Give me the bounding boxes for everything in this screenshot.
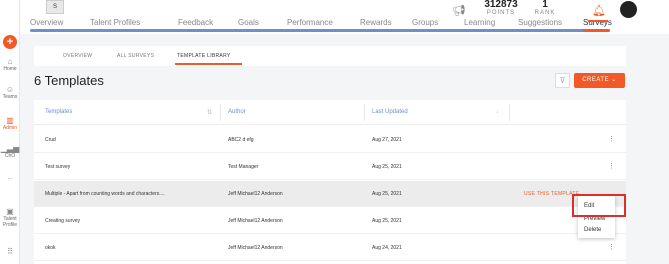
column-divider [364,104,365,121]
points-counter: 312873 POINTS [482,0,520,16]
more-options-icon[interactable]: ⋮ [608,162,615,170]
tab-suggestions[interactable]: Suggestions [518,18,562,27]
more-options-icon[interactable]: ⋮ [608,135,615,143]
sidebar-item-talent-profile[interactable]: ▣ Talent Profile [0,207,20,228]
subtab-active-indicator [175,63,242,65]
avatar[interactable] [620,1,637,18]
more-options-icon[interactable]: ⋮ [608,243,615,251]
add-icon[interactable]: + [3,35,17,49]
points-label: POINTS [486,10,516,16]
table-row[interactable]: Test survey Test Manager Aug 25, 2021 ⋮ [34,154,626,180]
template-name: Test survey [45,164,71,170]
chart-icon: ▁▃▅ [0,144,20,153]
highlight-box [572,194,626,217]
templates-table: Templates ⇅ Author Last Updated ↓ Crud A… [34,100,626,264]
teams-icon: ☺ [5,85,15,94]
profile-card-icon: ▣ [6,207,14,216]
template-author: Jeff Michael12 Anderson [228,245,283,251]
tab-learning[interactable]: Learning [464,18,495,27]
sidebar-item-more[interactable]: ... [0,175,20,181]
create-button[interactable]: CREATE ⌄ [574,73,625,88]
subtab-all-surveys[interactable]: ALL SURVEYS [117,53,154,59]
table-row[interactable]: Creating survey Jeff Michael12 Anderson … [34,208,626,234]
tab-talent-profiles[interactable]: Talent Profiles [90,18,140,27]
menu-item-delete[interactable]: Delete [584,227,601,233]
template-name: Crud [45,137,56,143]
column-header-author[interactable]: Author [228,109,246,115]
sort-down-icon[interactable]: ↓ [496,109,499,115]
table-row[interactable]: okok Jeff Michael12 Anderson Aug 24, 202… [34,235,626,261]
template-name: okok [45,245,56,251]
sidebar-item-cho[interactable]: ▁▃▅ ChO [0,144,20,159]
points-value: 312873 [484,0,518,10]
page-title: 6 Templates [34,73,104,88]
template-name: Creating survey [45,218,81,224]
survey-subtabs: OVERVIEW ALL SURVEYS TEMPLATE LIBRARY [34,46,626,66]
rank-label: RANK [534,10,556,16]
top-bar: S Overview Talent Profiles Feedback Goal… [20,0,669,34]
nav-underline [30,29,590,32]
template-updated: Aug 25, 2021 [372,191,402,197]
tab-rewards[interactable]: Rewards [360,18,392,27]
template-author: Jeff Michael12 Anderson [228,191,283,197]
sidebar-item-label: Talent Profile [2,216,18,228]
sidebar-item-admin[interactable]: ▥ Admin [0,116,20,131]
sidebar-item-label: ChO [4,153,16,159]
column-header-last-updated[interactable]: Last Updated [372,109,408,115]
bell-underline [588,20,608,22]
rank-counter: 1 RANK [530,0,560,16]
main-nav: Overview Talent Profiles Feedback Goals … [30,17,660,34]
admin-icon: ▥ [6,116,14,125]
template-author: Jeff Michael12 Anderson [228,218,283,224]
bell-icon[interactable]: 🔔︎ [592,4,606,17]
sidebar-item-label: Home [3,66,17,72]
sidebar-item-apps[interactable]: ⠿ [0,247,20,256]
template-author: Test Manager [228,164,259,170]
template-updated: Aug 24, 2021 [372,245,402,251]
tab-performance[interactable]: Performance [287,18,333,27]
chevron-down-icon: ⌄ [611,77,617,83]
sort-icon[interactable]: ⇅ [207,109,212,116]
sidebar-item-label: ... [7,175,13,181]
column-divider [220,104,221,121]
subtab-overview[interactable]: OVERVIEW [63,53,92,59]
column-header-templates[interactable]: Templates [45,109,72,115]
rank-value: 1 [542,0,548,10]
table-header: Templates ⇅ Author Last Updated ↓ [34,100,626,125]
subtab-template-library[interactable]: TEMPLATE LIBRARY [177,53,231,59]
tab-feedback[interactable]: Feedback [178,18,213,27]
sidebar-item-label: Teams [2,94,18,100]
sidebar-item-teams[interactable]: ☺ Teams [0,85,20,100]
tab-goals[interactable]: Goals [238,18,259,27]
table-row[interactable]: Multiple - Apart from counting words and… [34,181,626,207]
sidebar-item-label: Admin [2,125,18,131]
table-row[interactable]: Crud ABC2 d efg Aug 27, 2021 ⋮ [34,127,626,153]
template-name: Multiple - Apart from counting words and… [45,191,165,197]
template-updated: Aug 25, 2021 [372,218,402,224]
left-sidebar: + ⌂ Home ☺ Teams ▥ Admin ▁▃▅ ChO ... ▣ T… [0,0,20,264]
grid-icon: ⠿ [7,247,13,256]
template-author: ABC2 d efg [228,137,254,143]
template-updated: Aug 25, 2021 [372,164,402,170]
nav-active-indicator [583,29,610,32]
create-label: CREATE [582,77,610,83]
megaphone-icon[interactable]: 📢︎ [452,4,466,17]
sidebar-item-home[interactable]: ⌂ Home [0,57,20,72]
filter-icon: ⊽ [559,76,566,85]
tab-overview[interactable]: Overview [30,18,63,27]
company-logo[interactable]: S [46,0,64,14]
template-updated: Aug 27, 2021 [372,137,402,143]
tab-groups[interactable]: Groups [412,18,438,27]
home-icon: ⌂ [7,57,13,66]
filter-button[interactable]: ⊽ [555,73,570,88]
column-divider [509,104,510,121]
